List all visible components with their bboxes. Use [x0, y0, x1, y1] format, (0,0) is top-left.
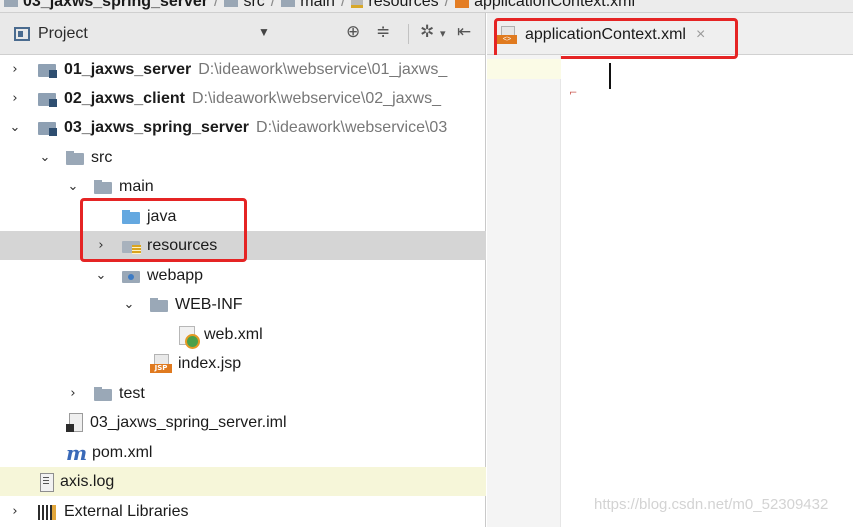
tree-item-resources[interactable]: › resources — [0, 231, 486, 260]
navigation-breadcrumb: 03_jaxws_spring_server / src / main / re… — [0, 0, 853, 13]
chevron-right-icon[interactable]: › — [8, 91, 22, 106]
breadcrumb-separator: / — [270, 0, 276, 10]
hide-panel-icon[interactable]: ⇤ — [457, 22, 471, 42]
text-caret — [609, 63, 611, 89]
breadcrumb-separator: / — [340, 0, 346, 10]
web-xml-icon — [178, 325, 200, 349]
folder-icon — [150, 297, 169, 312]
jsp-file-icon — [150, 353, 172, 374]
source-folder-icon — [122, 209, 141, 224]
tree-item-webapp[interactable]: ⌄ webapp — [0, 261, 486, 290]
tree-item-03-jaxws-spring-server[interactable]: ⌄ 03_jaxws_spring_server D:\ideawork\web… — [0, 113, 486, 142]
tree-item-label: WEB-INF — [175, 295, 243, 313]
breadcrumb-resources[interactable]: resources — [351, 0, 439, 11]
tree-item-label: axis.log — [60, 472, 115, 490]
chevron-down-icon[interactable]: ⌄ — [8, 120, 22, 135]
project-panel-header: Project ▼ ⊕ ≑ ✲ ▾ ⇤ — [0, 13, 485, 55]
gear-icon[interactable]: ✲ — [420, 22, 434, 42]
library-icon — [38, 504, 58, 520]
tree-item-label: test — [119, 384, 145, 402]
chevron-right-icon[interactable]: › — [8, 62, 22, 77]
chevron-down-icon[interactable]: ⌄ — [66, 179, 80, 194]
breadcrumb-project[interactable]: 03_jaxws_spring_server — [4, 0, 208, 11]
fold-marker-icon: ⌐ — [569, 88, 578, 99]
folder-icon — [224, 0, 239, 7]
tree-item-label: src — [91, 148, 113, 166]
tree-item-external-libraries[interactable]: › External Libraries — [0, 497, 486, 526]
tree-item-path: D:\ideawork\webservice\02_jaxws_ — [191, 89, 441, 107]
breadcrumb-main[interactable]: main — [281, 0, 335, 11]
editor-area: applicationContext.xml × ⌐ https://blog.… — [487, 13, 853, 527]
folder-icon — [281, 0, 296, 7]
chevron-right-icon[interactable]: › — [66, 386, 80, 401]
tree-item-web-xml[interactable]: web.xml — [0, 320, 486, 349]
breadcrumb-src[interactable]: src — [224, 0, 265, 11]
tree-item-01-jaxws-server[interactable]: › 01_jaxws_server D:\ideawork\webservice… — [0, 55, 486, 84]
tree-item-label: resources — [147, 236, 218, 254]
toolbar-divider — [408, 24, 409, 44]
tree-item-label: 01_jaxws_server — [64, 60, 192, 78]
tree-item-path: D:\ideawork\webservice\01_jaxws_ — [198, 60, 448, 78]
chevron-right-icon[interactable]: › — [8, 504, 22, 519]
module-file-icon — [66, 412, 84, 433]
module-icon — [4, 0, 18, 7]
tree-item-test[interactable]: › test — [0, 379, 486, 408]
breadcrumb-file[interactable]: applicationContext.xml — [455, 0, 635, 11]
module-icon — [38, 91, 58, 107]
editor-gutter — [487, 55, 561, 527]
folder-icon — [66, 150, 85, 165]
chevron-down-icon[interactable]: ⌄ — [122, 297, 136, 312]
xml-file-icon — [455, 0, 470, 8]
chevron-down-icon[interactable]: ⌄ — [94, 268, 108, 283]
tree-item-label: main — [119, 177, 154, 195]
web-folder-icon — [122, 268, 141, 283]
tree-item-label: 02_jaxws_client — [64, 89, 185, 107]
editor-tab-bar: applicationContext.xml × — [487, 13, 853, 59]
breadcrumb-separator: / — [214, 0, 219, 10]
tree-item-label: web.xml — [204, 325, 263, 343]
collapse-all-icon[interactable]: ≑ — [376, 22, 390, 42]
project-panel: Project ▼ ⊕ ≑ ✲ ▾ ⇤ › 01_jaxws_server D:… — [0, 13, 486, 527]
resources-folder-icon — [122, 238, 141, 254]
current-line-highlight — [487, 59, 561, 79]
locate-file-icon[interactable]: ⊕ — [346, 22, 360, 42]
tree-item-iml-file[interactable]: 03_jaxws_spring_server.iml — [0, 408, 486, 437]
tree-item-path: D:\ideawork\webservice\03 — [256, 118, 448, 136]
folder-icon — [94, 386, 113, 401]
tree-item-label: 03_jaxws_spring_server.iml — [90, 413, 287, 431]
tree-item-label: 03_jaxws_spring_server — [64, 118, 250, 136]
project-panel-title[interactable]: Project — [38, 25, 88, 43]
tree-item-label: webapp — [147, 266, 204, 284]
tree-item-main[interactable]: ⌄ main — [0, 172, 486, 201]
module-icon — [38, 120, 58, 136]
tree-item-label: pom.xml — [92, 443, 153, 461]
tab-label: applicationContext.xml — [525, 26, 686, 43]
tree-item-label: External Libraries — [64, 502, 189, 520]
chevron-right-icon[interactable]: › — [94, 238, 108, 253]
tree-item-02-jaxws-client[interactable]: › 02_jaxws_client D:\ideawork\webservice… — [0, 84, 486, 113]
tree-item-web-inf[interactable]: ⌄ WEB-INF — [0, 290, 486, 319]
breadcrumb-separator: / — [444, 0, 450, 10]
tree-item-java[interactable]: java — [0, 202, 486, 231]
tree-item-label: java — [147, 207, 177, 225]
project-view-icon — [14, 26, 30, 41]
tree-item-axis-log[interactable]: axis.log — [0, 467, 486, 496]
tree-item-index-jsp[interactable]: index.jsp — [0, 349, 486, 378]
gear-dropdown-icon[interactable]: ▾ — [440, 27, 446, 40]
close-icon[interactable]: × — [696, 26, 705, 44]
maven-icon: m — [66, 440, 88, 465]
tree-item-src[interactable]: ⌄ src — [0, 143, 486, 172]
watermark: https://blog.csdn.net/m0_52309432 — [594, 496, 829, 513]
tab-application-context-xml[interactable]: applicationContext.xml × — [497, 21, 705, 49]
resources-folder-icon — [351, 0, 364, 8]
tree-item-pom-xml[interactable]: m pom.xml — [0, 438, 486, 467]
folder-icon — [94, 179, 113, 194]
module-icon — [38, 62, 58, 78]
chevron-down-icon[interactable]: ⌄ — [38, 150, 52, 165]
chevron-down-icon[interactable]: ▼ — [258, 25, 270, 39]
text-file-icon — [38, 472, 54, 492]
xml-file-icon — [497, 26, 517, 44]
tree-item-label: index.jsp — [178, 354, 242, 372]
